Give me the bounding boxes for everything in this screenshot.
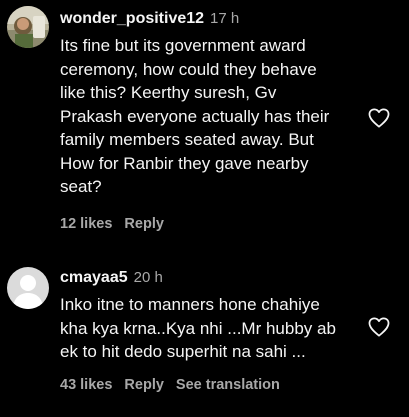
comment-text-line: Inko itne to manners hone chahiye bbox=[60, 295, 320, 314]
comment-time: 20 h bbox=[133, 269, 163, 286]
avatar[interactable] bbox=[7, 267, 49, 309]
comment-text-line: family members seated away. But bbox=[60, 130, 314, 149]
avatar[interactable] bbox=[7, 6, 49, 48]
comment-text-line: Prakash everyone actually has their bbox=[60, 106, 330, 126]
likes-count[interactable]: 12 likes bbox=[60, 216, 112, 232]
like-button[interactable] bbox=[368, 108, 390, 128]
heart-outline-icon bbox=[368, 108, 390, 128]
comment-username[interactable]: wonder_positive12 bbox=[60, 10, 204, 27]
comment-text-line: How for Ranbir they gave nearby bbox=[60, 153, 309, 173]
comment-username[interactable]: cmayaa5 bbox=[60, 269, 128, 286]
default-avatar-icon bbox=[7, 267, 49, 309]
comment-header: cmayaa5 20 h bbox=[60, 267, 163, 289]
comment-text: Inko itne to manners hone chahiye kha ky… bbox=[60, 293, 360, 364]
comment-actions: 12 likes Reply bbox=[60, 214, 176, 234]
profile-photo-icon bbox=[7, 6, 49, 48]
comment-text-line: ek to hit dedo superhit na sahi ... bbox=[60, 342, 306, 361]
comment-header: wonder_positive12 17 h bbox=[60, 8, 239, 30]
see-translation-button[interactable]: See translation bbox=[176, 377, 280, 393]
comment-text-line: like this? Keerthy suresh, Gv bbox=[60, 83, 277, 102]
reply-button[interactable]: Reply bbox=[124, 216, 164, 232]
comment-text-line: ceremony, how could they behave bbox=[60, 59, 317, 79]
comment-text: Its fine but its government award ceremo… bbox=[60, 34, 360, 199]
comment-item: wonder_positive12 17 h Its fine but its g… bbox=[0, 0, 409, 245]
comment-actions: 43 likes Reply See translation bbox=[60, 375, 292, 395]
reply-button[interactable]: Reply bbox=[124, 377, 164, 393]
heart-outline-icon bbox=[368, 317, 390, 337]
comment-item: cmayaa5 20 h Inko itne to manners hone ch… bbox=[0, 245, 409, 417]
likes-count[interactable]: 43 likes bbox=[60, 377, 112, 393]
comment-text-line: seat? bbox=[60, 177, 102, 196]
comment-text-line: Its fine but its government award bbox=[60, 36, 306, 55]
comment-text-line: kha kya krna..Kya nhi ...Mr hubby ab bbox=[60, 318, 336, 338]
like-button[interactable] bbox=[368, 317, 390, 337]
comment-time: 17 h bbox=[210, 10, 240, 27]
